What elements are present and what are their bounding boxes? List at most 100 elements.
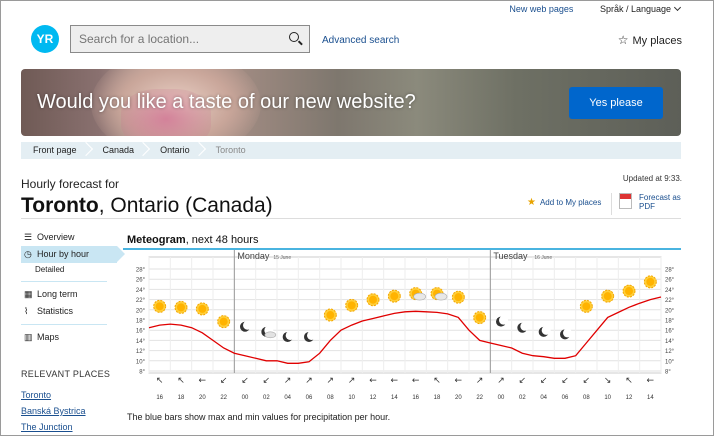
map-icon: ▥: [24, 332, 33, 342]
wind-arrow-icon: ↖: [156, 376, 164, 386]
x-tick-label: 22: [220, 395, 227, 401]
calendar-icon: ▦: [24, 289, 33, 299]
y-tick-label-left: 24°: [136, 288, 146, 294]
day-label: Tuesday: [493, 251, 528, 261]
new-website-banner: Would you like a taste of our new websit…: [21, 69, 681, 136]
new-web-pages-link[interactable]: New web pages: [509, 4, 573, 14]
language-selector[interactable]: Språk / Language: [599, 3, 682, 14]
relevant-place-link[interactable]: Toronto: [21, 390, 51, 400]
wind-arrow-icon: ←: [199, 376, 207, 386]
sun-core-icon: [369, 295, 377, 304]
sun-core-icon: [582, 302, 591, 311]
action-divider: [611, 193, 612, 215]
x-tick-label: 22: [476, 395, 483, 401]
meteogram-title: Meteogram, next 48 hours: [127, 234, 258, 246]
sidebar-item-label: Hour by hour: [37, 249, 90, 259]
y-tick-label-left: 14°: [136, 339, 146, 345]
x-tick-label: 14: [391, 395, 398, 401]
add-to-my-places-label: Add to My places: [539, 198, 602, 207]
sun-core-icon: [219, 317, 228, 326]
moon-mask-icon: [307, 330, 316, 340]
wind-arrow-icon: ↖: [177, 376, 185, 386]
region-name: , Ontario (Canada): [98, 194, 273, 217]
sun-core-icon: [177, 303, 185, 312]
wind-arrow-icon: ↗: [476, 376, 484, 386]
sidebar-item-detailed[interactable]: Detailed: [21, 263, 107, 277]
yr-logo[interactable]: YR: [31, 25, 59, 53]
yes-please-button[interactable]: Yes please: [569, 87, 663, 119]
chevron-down-icon: [673, 3, 682, 12]
y-tick-label-left: 8°: [139, 370, 145, 376]
moon-mask-icon: [285, 330, 295, 340]
y-tick-label-right: 22°: [665, 298, 675, 304]
y-tick-label-right: 28°: [665, 268, 675, 274]
breadcrumb: Front page Canada Ontario Toronto: [21, 142, 681, 159]
language-label: Språk / Language: [599, 4, 671, 14]
updated-time: Updated at 9:33.: [622, 174, 682, 183]
wind-arrow-icon: ↙: [220, 376, 228, 386]
breadcrumb-canada[interactable]: Canada: [91, 142, 149, 159]
sidebar-item-statistics[interactable]: ⌇ Statistics: [21, 303, 107, 320]
search-input[interactable]: [71, 26, 271, 52]
sidebar-divider: [21, 281, 107, 282]
pdf-icon: [619, 193, 632, 209]
relevant-place-link[interactable]: The Junction: [21, 422, 73, 432]
sidebar-item-long-term[interactable]: ▦ Long term: [21, 286, 107, 303]
day-label: Monday: [237, 251, 270, 261]
x-tick-label: 12: [370, 395, 377, 401]
heading-divider: [21, 218, 681, 219]
banner-text: Would you like a taste of our new websit…: [37, 91, 416, 113]
sun-core-icon: [390, 292, 399, 301]
wind-arrow-icon: ←: [412, 376, 420, 386]
sidebar-item-hour-by-hour[interactable]: ◷ Hour by hour: [21, 246, 125, 263]
sun-core-icon: [454, 293, 463, 302]
sidebar-divider: [21, 324, 107, 325]
relevant-places-heading: RELEVANT PLACES: [21, 369, 111, 379]
city-name: Toronto: [21, 194, 99, 217]
wind-arrow-icon: ←: [647, 376, 655, 386]
y-tick-label-right: 8°: [665, 370, 671, 376]
y-tick-label-right: 20°: [665, 308, 675, 314]
sidebar-item-label: Statistics: [37, 306, 74, 316]
wind-arrow-icon: ←: [455, 376, 463, 386]
y-tick-label-right: 12°: [665, 349, 675, 355]
x-tick-label: 06: [306, 395, 313, 401]
add-to-my-places-link[interactable]: ★ Add to My places: [527, 197, 601, 208]
breadcrumb-front-page[interactable]: Front page: [21, 142, 91, 159]
relevant-place-link[interactable]: Banská Bystrica: [21, 406, 86, 416]
y-tick-label-right: 24°: [665, 288, 675, 294]
x-tick-label: 00: [498, 395, 505, 401]
meteogram-chart: 8° 8° 10° 10° 12° 12° 14° 14° 16° 16° 18° 18° 20° 20°…: [136, 250, 675, 401]
sidebar-item-label: Long term: [37, 289, 78, 299]
y-tick-label-left: 18°: [136, 319, 146, 325]
y-tick-label-left: 10°: [136, 359, 146, 365]
sidebar-item-label: Maps: [37, 332, 60, 342]
my-places-button[interactable]: ☆ My places: [618, 33, 682, 47]
pdf-label-2: PDF: [639, 202, 655, 211]
star-outline-icon: ☆: [617, 33, 629, 47]
wind-arrow-icon: ←: [369, 376, 377, 386]
advanced-search-link[interactable]: Advanced search: [322, 35, 399, 46]
breadcrumb-ontario[interactable]: Ontario: [148, 142, 204, 159]
search-icon[interactable]: [289, 32, 299, 42]
sidebar-item-overview[interactable]: ☰ Overview: [21, 229, 107, 246]
sun-core-icon: [603, 292, 612, 301]
x-tick-label: 10: [604, 395, 611, 401]
wind-arrow-icon: ↖: [433, 376, 441, 386]
precipitation-note: The blue bars show max and min values fo…: [127, 412, 391, 422]
x-tick-label: 12: [626, 395, 633, 401]
x-tick-label: 14: [647, 395, 654, 401]
x-tick-label: 02: [263, 395, 270, 401]
wind-arrow-icon: ↙: [519, 376, 527, 386]
sidebar-item-maps[interactable]: ▥ Maps: [21, 329, 107, 346]
wind-arrow-icon: ↖: [625, 376, 633, 386]
cloud-icon: [413, 292, 426, 301]
y-tick-label-right: 10°: [665, 359, 675, 365]
forecast-pdf-link[interactable]: Forecast as PDF: [619, 193, 681, 211]
meteogram-title-bold: Meteogram: [127, 234, 186, 246]
star-icon: ★: [527, 197, 536, 208]
sun-core-icon: [625, 287, 633, 296]
sun-core-icon: [198, 304, 207, 313]
wind-arrow-icon: ↗: [305, 376, 313, 386]
x-tick-label: 16: [156, 395, 163, 401]
